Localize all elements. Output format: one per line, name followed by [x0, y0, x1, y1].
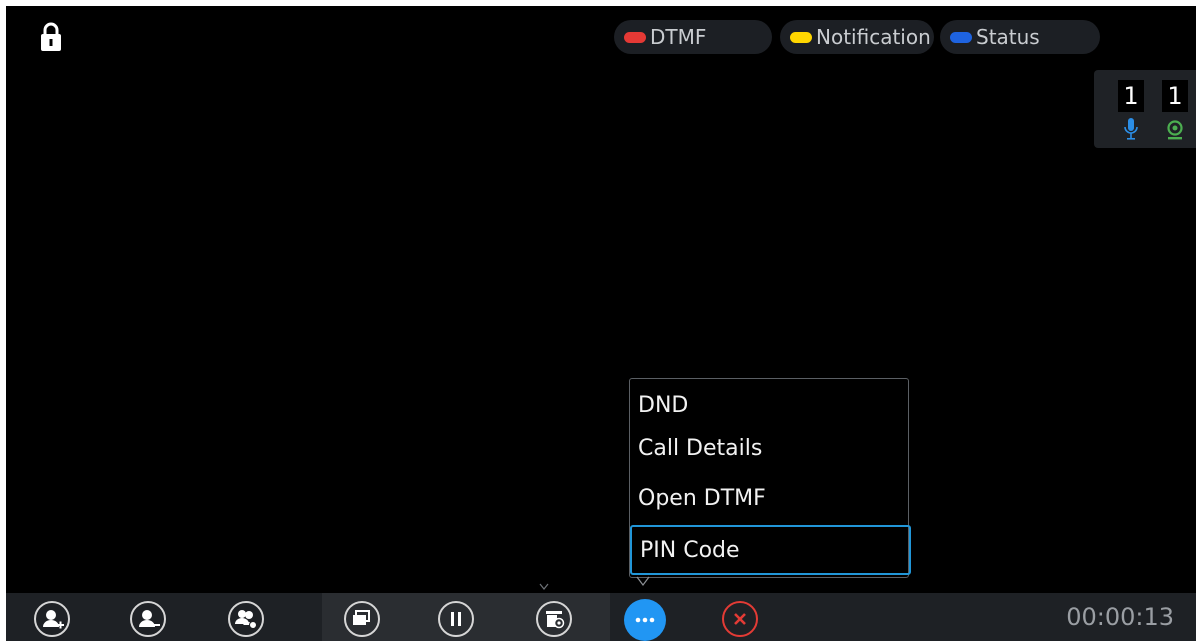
more-button[interactable] — [624, 599, 666, 641]
end-call-button[interactable] — [722, 601, 758, 637]
dtmf-pill[interactable]: DTMF — [614, 20, 772, 54]
call-toolbar: 00:00:13 — [6, 593, 1196, 641]
layout-icon — [353, 610, 370, 625]
hold-icon — [451, 612, 461, 626]
participant-counters[interactable]: 1 1 — [1094, 70, 1196, 148]
remove-participant-button[interactable] — [130, 601, 166, 637]
menu-item-dnd[interactable]: DND — [630, 383, 908, 429]
more-icon — [635, 617, 655, 623]
dtmf-pill-label: DTMF — [650, 25, 707, 49]
notification-pill[interactable]: Notification — [780, 20, 934, 54]
manage-participants-icon — [235, 610, 257, 629]
end-call-icon — [734, 613, 746, 625]
mic-icon — [1124, 118, 1138, 140]
chevron-down-icon — [539, 583, 549, 590]
status-indicator-icon — [950, 31, 972, 43]
layout-button[interactable] — [344, 601, 380, 637]
call-screen: DTMF Notification Status 1 1 DND Call De… — [6, 6, 1196, 641]
menu-item-call-details[interactable]: Call Details — [630, 426, 908, 472]
menu-item-pin-code[interactable]: PIN Code — [630, 525, 911, 575]
menu-pointer-icon — [636, 576, 650, 586]
add-participant-icon — [43, 610, 64, 629]
record-button[interactable] — [536, 601, 572, 637]
status-pill[interactable]: Status — [940, 20, 1100, 54]
dtmf-indicator-icon — [624, 31, 646, 43]
audio-count: 1 — [1118, 80, 1144, 112]
lock-icon[interactable] — [40, 22, 62, 52]
status-pill-label: Status — [976, 25, 1040, 49]
call-timer: 00:00:13 — [1066, 603, 1174, 631]
manage-participants-button[interactable] — [228, 601, 264, 637]
notification-pill-label: Notification — [816, 25, 931, 49]
add-participant-button[interactable] — [34, 601, 70, 637]
record-icon — [546, 611, 565, 629]
remove-participant-icon — [139, 610, 160, 627]
menu-item-open-dtmf[interactable]: Open DTMF — [630, 476, 908, 522]
video-count: 1 — [1162, 80, 1188, 112]
notification-indicator-icon — [790, 31, 812, 43]
more-options-menu: DND Call Details Open DTMF PIN Code — [629, 378, 911, 578]
webcam-icon — [1167, 120, 1183, 140]
hold-button[interactable] — [438, 601, 474, 637]
